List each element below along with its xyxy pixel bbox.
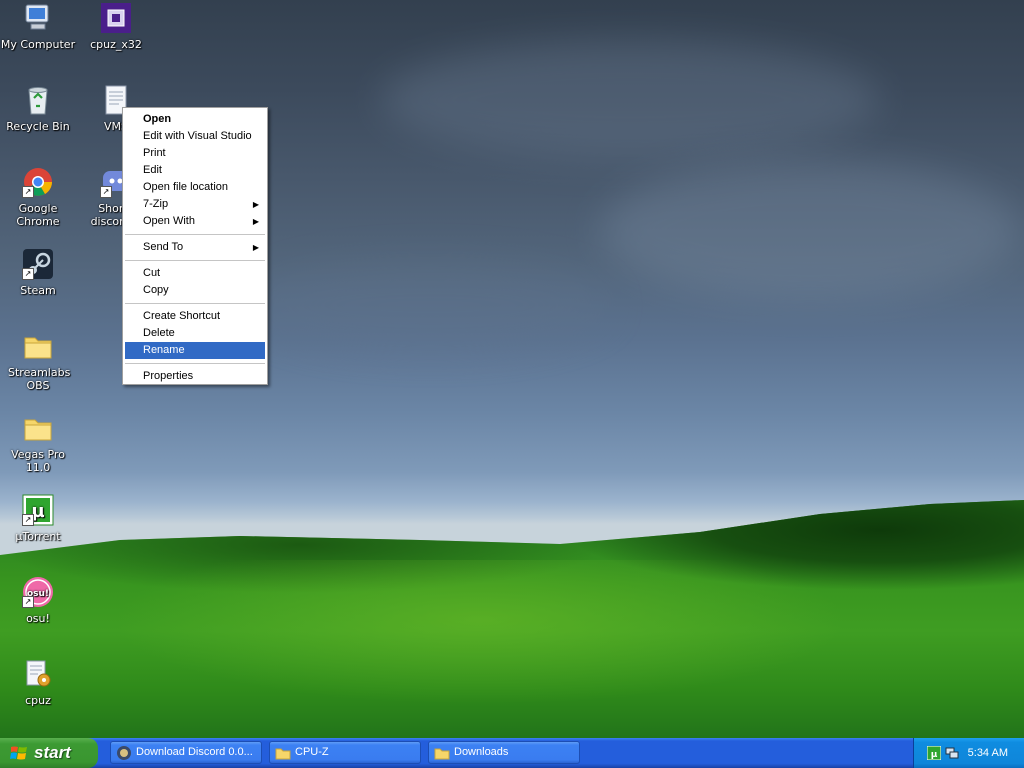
- desktop-icon-google-chrome[interactable]: ↗ Google Chrome: [0, 166, 76, 228]
- computer-icon: [22, 2, 54, 34]
- menu-item-properties[interactable]: Properties: [125, 368, 265, 385]
- svg-text:µ: µ: [931, 750, 938, 760]
- menu-item-open-file-location[interactable]: Open file location: [125, 179, 265, 196]
- menu-separator: [125, 303, 265, 304]
- steam-icon: ↗: [22, 248, 54, 280]
- taskbar: start Download Discord 0.0... CPU-Z Down…: [0, 738, 1024, 768]
- menu-item-edit[interactable]: Edit: [125, 162, 265, 179]
- shortcut-arrow-icon: ↗: [22, 268, 34, 280]
- windows-flag-icon: [10, 746, 27, 760]
- taskbar-button-downloads[interactable]: Downloads: [428, 741, 580, 764]
- icon-label: My Computer: [0, 38, 76, 51]
- menu-item-create-shortcut[interactable]: Create Shortcut: [125, 308, 265, 325]
- menu-separator: [125, 363, 265, 364]
- desktop-icon-my-computer[interactable]: My Computer: [0, 2, 76, 51]
- start-label: start: [34, 743, 71, 762]
- icon-label: Vegas Pro 11.0: [11, 448, 65, 474]
- icon-label: Google Chrome: [16, 202, 60, 228]
- chrome-icon: ↗: [22, 166, 54, 198]
- utorrent-icon: µ ↗: [22, 494, 54, 526]
- icon-label: Steam: [20, 284, 56, 297]
- menu-item-rename[interactable]: Rename: [125, 342, 265, 359]
- menu-item-7zip[interactable]: 7-Zip ▶: [125, 196, 265, 213]
- recycle-bin-icon: [22, 84, 54, 116]
- desktop-icon-streamlabs-obs[interactable]: Streamlabs OBS: [0, 330, 76, 392]
- shortcut-arrow-icon: ↗: [22, 514, 34, 526]
- clock[interactable]: 5:34 AM: [968, 738, 1008, 768]
- cpuz-icon: [100, 2, 132, 34]
- menu-item-open-with[interactable]: Open With ▶: [125, 213, 265, 230]
- menu-separator: [125, 260, 265, 261]
- network-tray-icon[interactable]: [945, 746, 959, 760]
- grass-highlight: [0, 560, 1024, 738]
- taskbar-button-download-discord[interactable]: Download Discord 0.0...: [110, 741, 262, 764]
- folder-icon: [22, 412, 54, 444]
- menu-item-delete[interactable]: Delete: [125, 325, 265, 342]
- menu-item-print[interactable]: Print: [125, 145, 265, 162]
- desktop-icon-recycle-bin[interactable]: Recycle Bin: [0, 84, 76, 133]
- menu-item-copy[interactable]: Copy: [125, 282, 265, 299]
- icon-label: µTorrent: [15, 530, 61, 543]
- submenu-arrow-icon: ▶: [252, 243, 259, 252]
- taskbar-button-label: Download Discord 0.0...: [136, 746, 253, 758]
- menu-item-edit-with-visual-studio[interactable]: Edit with Visual Studio: [125, 128, 265, 145]
- desktop-icon-vegas-pro[interactable]: Vegas Pro 11.0: [0, 412, 76, 474]
- submenu-arrow-icon: ▶: [252, 217, 259, 226]
- shortcut-arrow-icon: ↗: [100, 186, 112, 198]
- desktop-icon-cpuz[interactable]: cpuz: [0, 658, 76, 707]
- context-menu: Open Edit with Visual Studio Print Edit …: [122, 107, 268, 385]
- icon-label: cpuz: [25, 694, 51, 707]
- menu-item-label: Send To: [143, 241, 184, 253]
- folder-icon: [434, 748, 450, 760]
- icon-label: Recycle Bin: [6, 120, 70, 133]
- menu-item-cut[interactable]: Cut: [125, 265, 265, 282]
- menu-item-label: Open With: [143, 215, 195, 227]
- icon-label: Streamlabs OBS: [8, 366, 71, 392]
- browser-window-icon: [117, 746, 131, 760]
- taskbar-button-cpu-z[interactable]: CPU-Z: [269, 741, 421, 764]
- start-button[interactable]: start: [0, 738, 98, 768]
- utorrent-tray-icon[interactable]: µ: [927, 746, 941, 760]
- settings-document-icon: [22, 658, 54, 690]
- folder-icon: [22, 330, 54, 362]
- taskbar-button-label: CPU-Z: [295, 746, 329, 758]
- desktop-icon-steam[interactable]: ↗ Steam: [0, 248, 76, 297]
- menu-separator: [125, 234, 265, 235]
- desktop-icon-osu[interactable]: osu! ↗ osu!: [0, 576, 76, 625]
- icon-label: osu!: [26, 612, 50, 625]
- desktop-icon-cpuz-x32[interactable]: cpuz_x32: [78, 2, 154, 51]
- shortcut-arrow-icon: ↗: [22, 596, 34, 608]
- system-tray: µ 5:34 AM: [913, 738, 1024, 768]
- osu-icon: osu! ↗: [22, 576, 54, 608]
- shortcut-arrow-icon: ↗: [22, 186, 34, 198]
- menu-item-label: 7-Zip: [143, 198, 169, 210]
- taskbar-button-label: Downloads: [454, 746, 509, 758]
- folder-icon: [275, 748, 291, 760]
- desktop-icon-utorrent[interactable]: µ ↗ µTorrent: [0, 494, 76, 543]
- icon-label: cpuz_x32: [90, 38, 142, 51]
- menu-item-send-to[interactable]: Send To ▶: [125, 239, 265, 256]
- menu-item-open[interactable]: Open: [125, 111, 265, 128]
- submenu-arrow-icon: ▶: [252, 200, 259, 209]
